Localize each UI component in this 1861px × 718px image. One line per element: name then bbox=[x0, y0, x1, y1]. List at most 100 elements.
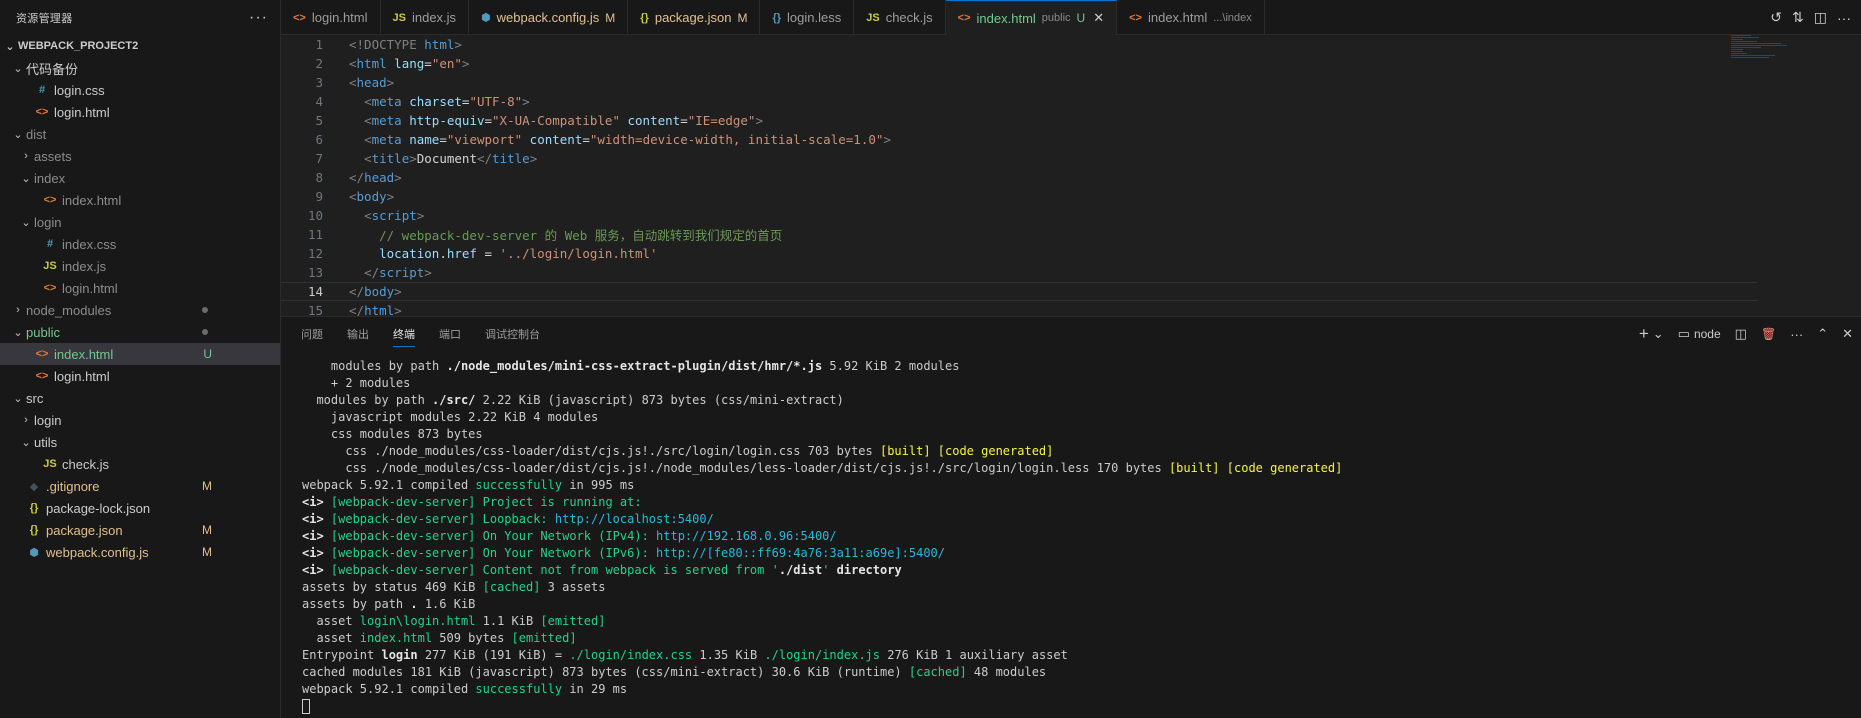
close-panel-icon[interactable]: ✕ bbox=[1842, 326, 1853, 342]
file-row[interactable]: <> login.html bbox=[0, 365, 280, 387]
tab-label: index.js bbox=[411, 10, 457, 25]
chevron-down-icon[interactable]: ⌄ bbox=[1653, 326, 1664, 342]
file-row[interactable]: ⬢ webpack.config.js M bbox=[0, 541, 280, 563]
folder-row[interactable]: › login bbox=[0, 409, 280, 431]
editor-tab[interactable]: {} login.less bbox=[760, 0, 855, 35]
file-row[interactable]: JS check.js bbox=[0, 453, 280, 475]
new-terminal-icon[interactable]: + bbox=[1639, 324, 1649, 344]
line-number: 13 bbox=[307, 265, 323, 280]
panel-tab[interactable]: 问题 bbox=[301, 326, 323, 342]
chevron-down-icon[interactable]: ⌄ bbox=[10, 128, 26, 141]
code-line[interactable]: 7 <title>Document</title> bbox=[281, 149, 1861, 168]
chevron-down-icon[interactable]: ⌄ bbox=[10, 326, 26, 339]
code-line[interactable]: 12 location.href = '../login/login.html' bbox=[281, 244, 1861, 263]
git-status-badge: M bbox=[202, 523, 212, 537]
line-number: 6 bbox=[315, 132, 323, 147]
folder-row[interactable]: ⌄ index bbox=[0, 167, 280, 189]
code-line[interactable]: 4 <meta charset="UTF-8"> bbox=[281, 92, 1861, 111]
file-row[interactable]: JS index.js bbox=[0, 255, 280, 277]
line-number: 11 bbox=[307, 227, 323, 242]
editor-tab[interactable]: <> login.html bbox=[281, 0, 381, 35]
line-number: 7 bbox=[315, 151, 323, 166]
file-row[interactable]: # login.css bbox=[0, 79, 280, 101]
folder-row[interactable]: ⌄ public bbox=[0, 321, 280, 343]
timeline-icon[interactable]: ↺ bbox=[1770, 9, 1782, 26]
code-line[interactable]: 11 // webpack-dev-server 的 Web 服务，自动跳转到我… bbox=[281, 225, 1861, 244]
file-type-icon: <> bbox=[35, 348, 49, 360]
folder-row[interactable]: ⌄ dist bbox=[0, 123, 280, 145]
panel-tab-strip: 问题 输出 终端 端口 调试控制台 bbox=[281, 317, 1861, 351]
git-status-badge: M bbox=[202, 545, 212, 559]
trash-icon[interactable]: 🗑 bbox=[1761, 327, 1776, 341]
folder-row[interactable]: ⌄ WEBPACK_PROJECT2 bbox=[0, 35, 280, 57]
compare-changes-icon[interactable]: ⇅ bbox=[1792, 9, 1804, 26]
file-type-icon: JS bbox=[866, 11, 880, 24]
panel-tab[interactable]: 调试控制台 bbox=[485, 326, 540, 342]
folder-row[interactable]: ⌄ utils bbox=[0, 431, 280, 453]
folder-row[interactable]: ⌄ 代码备份 bbox=[0, 57, 280, 79]
chevron-down-icon[interactable]: ⌄ bbox=[18, 436, 34, 449]
code-line[interactable]: 2 <html lang="en"> bbox=[281, 54, 1861, 73]
split-editor-icon[interactable]: ◫ bbox=[1814, 9, 1827, 26]
chevron-down-icon[interactable]: ⌄ bbox=[18, 216, 34, 229]
panel-tab[interactable]: 终端 bbox=[393, 326, 415, 347]
panel-tab[interactable]: 输出 bbox=[347, 326, 369, 342]
code-line[interactable]: 1 <!DOCTYPE html> bbox=[281, 35, 1861, 54]
maximize-panel-icon[interactable]: ⌃ bbox=[1817, 326, 1828, 342]
file-row[interactable]: # index.css bbox=[0, 233, 280, 255]
code-line[interactable]: 13 </script> bbox=[281, 263, 1861, 282]
minimap[interactable] bbox=[1731, 35, 1791, 65]
file-row[interactable]: <> index.html bbox=[0, 189, 280, 211]
terminal-line: assets by status 469 KiB [cached] 3 asse… bbox=[302, 580, 606, 594]
code-editor[interactable]: 1 <!DOCTYPE html> 2 <html lang="en"> 3 <head>… bbox=[281, 35, 1861, 318]
code-line[interactable]: 14 </body> bbox=[281, 282, 1757, 301]
editor-tab[interactable]: <> index.html public U ✕ bbox=[945, 0, 1118, 35]
code-line[interactable]: 8 </head> bbox=[281, 168, 1861, 187]
code-line[interactable]: 3 <head> bbox=[281, 73, 1861, 92]
file-row[interactable]: <> login.html bbox=[0, 101, 280, 123]
split-terminal-icon[interactable]: ◫ bbox=[1735, 326, 1747, 342]
explorer-header: 资源管理器 ··· bbox=[0, 0, 280, 35]
file-row[interactable]: ◆ .gitignore M bbox=[0, 475, 280, 497]
git-status-dot bbox=[202, 307, 208, 313]
editor-tab[interactable]: {} package.json M bbox=[628, 0, 761, 35]
code-line[interactable]: 5 <meta http-equiv="X-UA-Compatible" con… bbox=[281, 111, 1861, 130]
line-number: 10 bbox=[307, 208, 323, 223]
close-tab-icon[interactable]: ✕ bbox=[1093, 10, 1104, 26]
editor-tab[interactable]: ⬢ webpack.config.js M bbox=[469, 0, 629, 35]
code-line[interactable]: 10 <script> bbox=[281, 206, 1861, 225]
more-actions-icon[interactable]: ··· bbox=[249, 9, 268, 27]
chevron-right-icon[interactable]: › bbox=[10, 304, 26, 316]
folder-row[interactable]: ⌄ login bbox=[0, 211, 280, 233]
git-status-badge: M bbox=[202, 479, 212, 493]
terminal-shell-label[interactable]: node bbox=[1694, 327, 1721, 341]
folder-row[interactable]: › node_modules bbox=[0, 299, 280, 321]
chevron-right-icon[interactable]: › bbox=[18, 414, 34, 426]
more-actions-icon[interactable]: ··· bbox=[1837, 10, 1851, 26]
chevron-down-icon[interactable]: ⌄ bbox=[10, 392, 26, 405]
editor-tab[interactable]: <> index.html ...\index bbox=[1117, 0, 1265, 35]
code-text: <body> bbox=[349, 189, 395, 204]
folder-row[interactable]: ⌄ src bbox=[0, 387, 280, 409]
chevron-right-icon[interactable]: › bbox=[18, 150, 34, 162]
folder-row[interactable]: › assets bbox=[0, 145, 280, 167]
code-line[interactable]: 9 <body> bbox=[281, 187, 1861, 206]
terminal-output[interactable]: modules by path ./node_modules/mini-css-… bbox=[302, 358, 1851, 715]
file-row[interactable]: {} package.json M bbox=[0, 519, 280, 541]
more-actions-icon[interactable]: ··· bbox=[1790, 327, 1803, 342]
editor-tab[interactable]: JS check.js bbox=[854, 0, 946, 35]
editor-tab[interactable]: JS index.js bbox=[381, 0, 470, 35]
tree-item-label: 代码备份 bbox=[26, 61, 79, 77]
chevron-down-icon[interactable]: ⌄ bbox=[10, 62, 26, 75]
file-tree: ⌄ WEBPACK_PROJECT2 ⌄ 代码备份 # login.css <> login.… bbox=[0, 35, 280, 563]
chevron-down-icon[interactable]: ⌄ bbox=[18, 172, 34, 185]
code-text: // webpack-dev-server 的 Web 服务，自动跳转到我们规定… bbox=[379, 228, 783, 243]
file-row[interactable]: <> index.html U bbox=[0, 343, 280, 365]
chevron-down-icon[interactable]: ⌄ bbox=[2, 40, 18, 53]
file-row[interactable]: {} package-lock.json bbox=[0, 497, 280, 519]
file-type-icon: # bbox=[38, 84, 46, 96]
code-line[interactable]: 6 <meta name="viewport" content="width=d… bbox=[281, 130, 1861, 149]
panel-tab[interactable]: 端口 bbox=[439, 326, 461, 342]
code-text: <script> bbox=[364, 208, 425, 223]
file-row[interactable]: <> login.html bbox=[0, 277, 280, 299]
